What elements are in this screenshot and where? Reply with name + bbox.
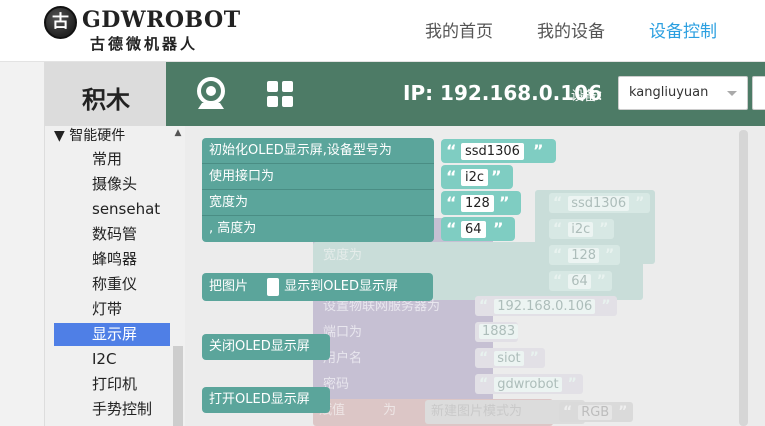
ghost-pill-password: “gdwrobot” xyxy=(475,374,583,394)
logo-text-cn: 古德微机器人 xyxy=(90,35,199,53)
block-init-oled-height-row[interactable]: , 高度为 xyxy=(202,216,434,242)
string-block-model[interactable]: “ssd1306” xyxy=(441,139,556,163)
sidebar-item-i2c[interactable]: I2C xyxy=(54,348,170,371)
ghost-pill-width: “128” xyxy=(549,245,621,265)
logo-mark: 古 xyxy=(44,6,77,39)
block-init-oled[interactable]: 初始化OLED显示屏,设备型号为 xyxy=(202,138,434,164)
sidebar-scrollbar[interactable]: ▲ xyxy=(171,126,185,426)
ghost-pill-iface: “i2c” xyxy=(549,219,615,239)
control-toolbar: IP: 192.168.0.106 设备： kangliuyuan xyxy=(166,62,765,126)
toolbar-extra-control[interactable] xyxy=(752,76,765,110)
category-smart-hardware[interactable]: ▼ 智能硬件 xyxy=(54,125,125,145)
sidebar-item-light-strip[interactable]: 灯带 xyxy=(54,298,170,321)
ghost-pill-height: “64” xyxy=(549,271,612,291)
ghost-width-label: 宽度为 xyxy=(323,248,363,263)
left-gutter xyxy=(0,62,44,426)
show-image-prefix: 把图片 xyxy=(209,279,249,294)
ghost-assign-as: 为 xyxy=(383,403,397,418)
show-image-suffix: 显示到OLED显示屏 xyxy=(284,279,398,294)
ghost-pill-model: “ssd1306” xyxy=(549,193,651,213)
nav-device-control[interactable]: 设备控制 xyxy=(649,17,717,42)
sidebar-item-camera[interactable]: 摄像头 xyxy=(54,173,170,196)
nav-my-devices[interactable]: 我的设备 xyxy=(537,17,605,42)
sidebar-item-printer[interactable]: 打印机 xyxy=(54,373,170,396)
logo-text-en: GDWROBOT xyxy=(82,7,241,33)
sidebar-item-digital-tube[interactable]: 数码管 xyxy=(54,223,170,246)
sidebar-item-sensehat[interactable]: sensehat xyxy=(54,198,170,221)
device-select-value: kangliuyuan xyxy=(629,85,709,100)
sidebar-item-gesture[interactable]: 手势控制 xyxy=(54,398,170,421)
top-header: 古 GDWROBOT 古德微机器人 我的首页 我的设备 设备控制 xyxy=(0,0,765,62)
workspace-scrollbar[interactable] xyxy=(739,130,748,426)
ghost-pill-port: 1883 xyxy=(475,322,519,342)
model-value[interactable]: ssd1306 xyxy=(461,143,524,160)
ghost-pill-server: “192.168.0.106” xyxy=(475,296,617,316)
block-init-oled-width-row[interactable]: 宽度为 xyxy=(202,190,434,216)
sidebar-item-buzzer[interactable]: 蜂鸣器 xyxy=(54,248,170,271)
blocks-sidebar: 积木 ▼ 智能硬件 常用 摄像头 sensehat 数码管 蜂鸣器 称重仪 灯带… xyxy=(44,62,185,426)
sidebar-item-scale[interactable]: 称重仪 xyxy=(54,273,170,296)
scroll-up-arrow-icon[interactable]: ▲ xyxy=(173,128,183,138)
blockly-workspace[interactable]: “ssd1306” “i2c” “128” “64” 宽度为 设置物联网服务器为… xyxy=(185,126,765,426)
string-block-height[interactable]: “64” xyxy=(441,217,515,241)
height-value[interactable]: 64 xyxy=(461,221,486,238)
grid-icon[interactable] xyxy=(266,80,294,108)
brand-logo[interactable]: 古 GDWROBOT 古德微机器人 xyxy=(44,6,244,54)
sidebar-scroll-thumb[interactable] xyxy=(173,346,183,426)
sidebar-item-display[interactable]: 显示屏 xyxy=(54,323,170,346)
string-block-width[interactable]: “128” xyxy=(441,191,521,215)
block-init-oled-iface-row[interactable]: 使用接口为 xyxy=(202,164,434,190)
device-label: 设备： xyxy=(571,89,611,104)
block-show-image[interactable]: 把图片 显示到OLED显示屏 xyxy=(202,273,433,301)
block-open-oled[interactable]: 打开OLED显示屏 xyxy=(202,387,330,413)
sidebar-item-common[interactable]: 常用 xyxy=(54,148,170,171)
width-value[interactable]: 128 xyxy=(461,195,494,212)
block-close-oled[interactable]: 关闭OLED显示屏 xyxy=(202,334,330,360)
chevron-down-icon xyxy=(727,91,737,96)
camera-icon[interactable] xyxy=(194,77,228,111)
ghost-pill-mode: “RGB” xyxy=(559,402,634,422)
nav-home[interactable]: 我的首页 xyxy=(425,17,493,42)
string-block-iface[interactable]: “i2c” xyxy=(441,165,513,189)
iface-value[interactable]: i2c xyxy=(461,169,489,186)
page: 古 GDWROBOT 古德微机器人 我的首页 我的设备 设备控制 积木 ▼ 智能… xyxy=(0,0,765,426)
ghost-pill-user: “siot” xyxy=(475,348,545,368)
device-select[interactable]: kangliuyuan xyxy=(618,76,748,110)
sidebar-title: 积木 xyxy=(45,62,167,126)
image-input-slot[interactable] xyxy=(267,278,279,296)
